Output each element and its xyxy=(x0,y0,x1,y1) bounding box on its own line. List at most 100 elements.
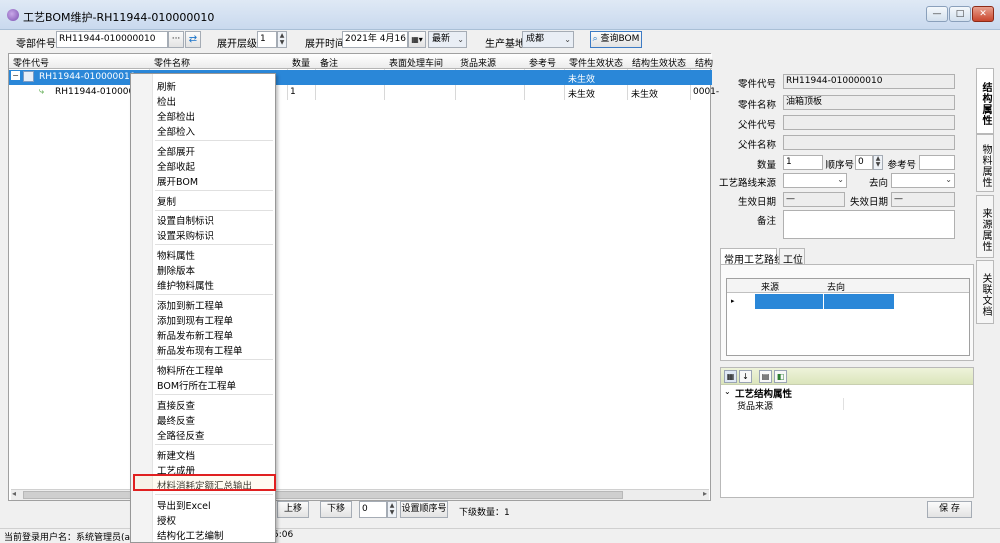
scroll-left-icon[interactable]: ◂ xyxy=(12,489,16,498)
tab-source-props[interactable]: 来源属性 xyxy=(976,195,994,258)
qty-field[interactable]: 1 xyxy=(783,155,823,170)
move-up-button[interactable]: 上移 xyxy=(277,501,309,518)
menu-separator xyxy=(155,494,273,495)
close-button[interactable]: ✕ xyxy=(972,6,994,22)
parent-name-field[interactable] xyxy=(783,135,955,150)
column-header[interactable]: 表面处理车间 xyxy=(389,56,443,69)
column-header[interactable]: 结构 xyxy=(695,56,713,69)
level-spinner[interactable]: ▲ ▼ xyxy=(277,31,287,48)
menu-item-authorize[interactable]: 授权 xyxy=(157,513,176,527)
menu-item-export-excel[interactable]: 导出到Excel xyxy=(157,498,211,512)
menu-item-material-orders[interactable]: 物料所在工程单 xyxy=(157,363,224,377)
route-grid[interactable]: 来源 去向 ▸ xyxy=(726,278,970,356)
menu-item-delete-version[interactable]: 删除版本 xyxy=(157,263,195,277)
column-header[interactable]: 去向 xyxy=(827,280,845,293)
menu-separator xyxy=(155,210,273,211)
bom-tree-grid[interactable]: 零件代号 零件名称 数量 备注 表面处理车间 货品来源 参考号 零件生效状态 结… xyxy=(8,53,719,501)
menu-item-bom-line-orders[interactable]: BOM行所在工程单 xyxy=(157,378,236,392)
part-code-label: 零部件号 xyxy=(16,39,56,50)
scroll-right-icon[interactable]: ▸ xyxy=(703,489,707,498)
menu-item-material-props[interactable]: 物料属性 xyxy=(157,248,195,262)
save-button[interactable]: 保 存 xyxy=(927,501,972,518)
destination-select[interactable]: ⌄ xyxy=(891,173,955,188)
menu-item-checkout[interactable]: 检出 xyxy=(157,94,176,108)
menu-item-expand-all[interactable]: 全部展开 xyxy=(157,144,195,158)
order-spinner[interactable]: ▲ ▼ xyxy=(387,501,397,518)
menu-item-release-new-order[interactable]: 新品发布新工程单 xyxy=(157,328,233,342)
menu-item-collapse-all[interactable]: 全部收起 xyxy=(157,159,195,173)
menu-item-maintain-material[interactable]: 维护物料属性 xyxy=(157,278,214,292)
minimize-button[interactable]: — xyxy=(926,6,948,22)
menu-item-checkin-all[interactable]: 全部检入 xyxy=(157,124,195,138)
part-code-input[interactable]: RH11944-010000010 xyxy=(56,31,168,48)
maximize-button[interactable]: □ xyxy=(949,6,971,22)
menu-item-structured-process[interactable]: 结构化工艺编制 xyxy=(157,528,224,542)
ref-field[interactable] xyxy=(919,155,955,170)
menu-item-new-document[interactable]: 新建文档 xyxy=(157,448,195,462)
property-section-title: 工艺结构属性 xyxy=(735,389,793,400)
collapse-icon[interactable]: − xyxy=(11,71,20,80)
order-input[interactable]: 0 xyxy=(359,501,387,518)
table-row[interactable]: − RH11944-010000010 未生效 xyxy=(9,70,712,85)
menu-item-refresh[interactable]: 刷新 xyxy=(157,79,176,93)
part-name-field[interactable]: 油箱顶板 xyxy=(783,95,955,110)
menu-item-add-new-order[interactable]: 添加到新工程单 xyxy=(157,298,224,312)
move-down-button[interactable]: 下移 xyxy=(320,501,352,518)
time-mode-select[interactable]: 最新 ⌄ xyxy=(428,31,467,48)
menu-item-add-existing-order[interactable]: 添加到现有工程单 xyxy=(157,313,233,327)
column-header[interactable]: 数量 xyxy=(292,56,310,69)
set-order-button[interactable]: 设置顺序号 xyxy=(400,501,448,518)
property-row-value[interactable] xyxy=(843,398,971,410)
menu-item-full-path-lookup[interactable]: 全路径反查 xyxy=(157,428,205,442)
menu-item-set-purchase[interactable]: 设置采购标识 xyxy=(157,228,214,242)
column-header[interactable]: 零件生效状态 xyxy=(569,56,623,69)
column-header[interactable]: 参考号 xyxy=(529,56,556,69)
column-header[interactable]: 来源 xyxy=(761,280,779,293)
sort-az-icon[interactable]: ↓ xyxy=(739,370,752,383)
menu-item-expand-bom[interactable]: 展开BOM xyxy=(157,174,198,188)
table-row[interactable]: ⤷ RH11944-010000020 1 未生效 未生效 0001- xyxy=(9,85,719,100)
properties-icon[interactable]: ▤ xyxy=(759,370,772,383)
parent-code-field[interactable] xyxy=(783,115,955,130)
collapse-icon[interactable]: ⌄ xyxy=(724,387,731,396)
tab-linked-docs[interactable]: 关联文档 xyxy=(976,260,994,324)
exp-date-field[interactable]: — xyxy=(891,192,955,207)
base-select[interactable]: 成都 ⌄ xyxy=(522,31,574,48)
events-icon[interactable]: ◧ xyxy=(774,370,787,383)
eff-date-field[interactable]: — xyxy=(783,192,845,207)
seq-spinner[interactable]: ▲ ▼ xyxy=(873,155,883,170)
query-bom-button[interactable]: ⌕ 查询BOM xyxy=(590,31,642,48)
scrollbar-thumb[interactable] xyxy=(23,491,623,499)
refresh-icon[interactable]: ⇄ xyxy=(185,31,201,48)
column-header[interactable]: 零件代号 xyxy=(13,56,49,69)
property-grid: ▦ ↓ ▤ ◧ ⌄ 工艺结构属性 货品来源 xyxy=(720,367,974,498)
level-input[interactable]: 1 xyxy=(257,31,277,48)
tab-workstation[interactable]: 工位 xyxy=(779,248,805,266)
menu-item-checkout-all[interactable]: 全部检出 xyxy=(157,109,195,123)
menu-item-copy[interactable]: 复制 xyxy=(157,194,176,208)
route-source-select[interactable]: ⌄ xyxy=(783,173,847,188)
categorized-icon[interactable]: ▦ xyxy=(724,370,737,383)
seq-field[interactable]: 0 xyxy=(855,155,873,170)
column-header[interactable]: 货品来源 xyxy=(460,56,496,69)
table-row[interactable] xyxy=(755,294,895,309)
browse-button[interactable]: ··· xyxy=(168,31,184,48)
parent-code-label: 父件代号 xyxy=(737,120,776,131)
menu-item-direct-lookup[interactable]: 直接反查 xyxy=(157,398,195,412)
remark-field[interactable] xyxy=(783,210,955,239)
column-header[interactable]: 零件名称 xyxy=(154,56,190,69)
column-header[interactable]: 结构生效状态 xyxy=(632,56,686,69)
menu-separator xyxy=(155,294,273,295)
date-input[interactable]: 2021年 4月16日 xyxy=(342,31,408,48)
tab-structure-props[interactable]: 结构属性 xyxy=(976,68,994,134)
tab-material-props[interactable]: 物料属性 xyxy=(976,134,994,192)
property-row-label: 货品来源 xyxy=(737,402,774,412)
column-header[interactable]: 备注 xyxy=(320,56,338,69)
menu-item-final-lookup[interactable]: 最终反查 xyxy=(157,413,195,427)
tab-common-routes[interactable]: 常用工艺路线 xyxy=(720,248,784,266)
menu-item-release-existing-order[interactable]: 新品发布现有工程单 xyxy=(157,343,243,357)
part-code-field[interactable]: RH11944-010000010 xyxy=(783,74,955,89)
menu-item-set-self-made[interactable]: 设置自制标识 xyxy=(157,213,214,227)
calendar-icon[interactable]: ▦▾ xyxy=(408,31,426,48)
horizontal-scrollbar[interactable]: ◂ ▸ xyxy=(11,489,709,500)
